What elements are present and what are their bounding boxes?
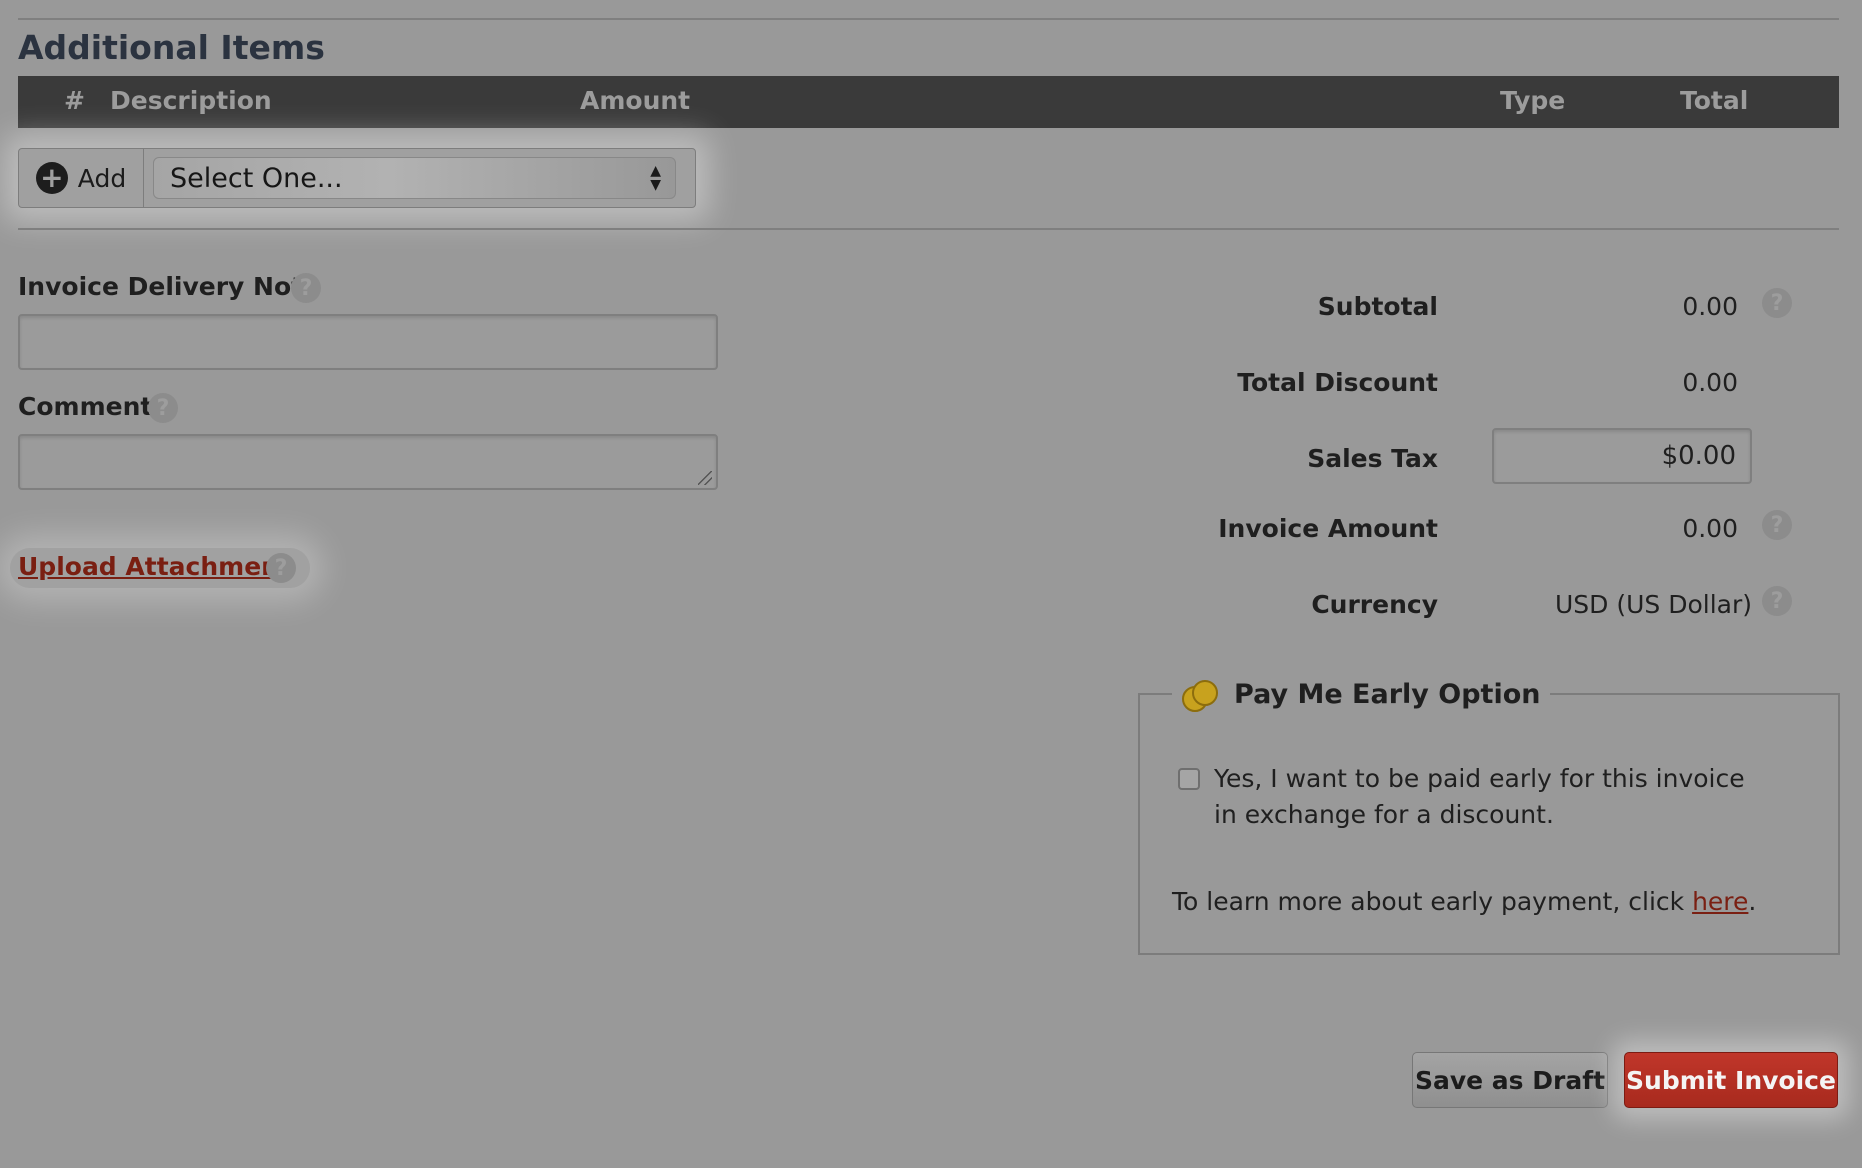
pay-early-checkbox-text: Yes, I want to be paid early for this in…: [1214, 764, 1745, 829]
pay-early-title: Pay Me Early Option: [1234, 678, 1541, 710]
help-icon[interactable]: ?: [266, 553, 296, 583]
col-amount: Amount: [580, 86, 691, 115]
subtotal-value: 0.00: [1682, 292, 1738, 321]
select-value: Select One...: [170, 162, 343, 194]
comment-label: Comment: [18, 392, 153, 421]
total-discount-value: 0.00: [1682, 368, 1738, 397]
save-draft-button[interactable]: Save as Draft: [1412, 1052, 1608, 1108]
col-total: Total: [1680, 86, 1749, 115]
delivery-note-input[interactable]: [18, 314, 718, 370]
add-item-button[interactable]: + Add: [19, 149, 144, 207]
learn-more-suffix: .: [1748, 887, 1757, 916]
currency-value: USD (US Dollar): [1554, 590, 1752, 619]
help-icon[interactable]: ?: [1762, 586, 1792, 616]
col-number: #: [64, 86, 85, 115]
help-icon[interactable]: ?: [1762, 288, 1792, 318]
currency-label: Currency: [1311, 590, 1438, 619]
select-arrows-icon: ▲ ▼: [650, 163, 661, 193]
learn-more-text: To learn more about early payment, click…: [1172, 884, 1756, 920]
comment-textarea[interactable]: [18, 434, 718, 490]
upload-attachment-link[interactable]: Upload Attachment: [18, 552, 291, 581]
add-item-group: + Add Select One... ▲ ▼: [18, 148, 696, 208]
plus-circle-icon: +: [35, 162, 68, 194]
invoice-amount-label: Invoice Amount: [1218, 514, 1438, 543]
section-title: Additional Items: [18, 28, 325, 67]
col-type: Type: [1500, 86, 1566, 115]
subtotal-label: Subtotal: [1317, 292, 1438, 321]
add-button-label: Add: [77, 163, 127, 193]
help-icon[interactable]: ?: [148, 393, 178, 423]
coins-icon: [1182, 678, 1218, 712]
invoice-amount-value: 0.00: [1682, 514, 1738, 543]
items-table-header: # Description Amount Type Total: [18, 76, 1839, 128]
sales-tax-label: Sales Tax: [1307, 444, 1438, 473]
help-icon[interactable]: ?: [1762, 510, 1792, 540]
total-discount-label: Total Discount: [1237, 368, 1438, 397]
sales-tax-input[interactable]: $0.00: [1492, 428, 1752, 484]
delivery-note-label: Invoice Delivery Note: [18, 272, 321, 301]
learn-more-prefix: To learn more about early payment, click: [1172, 887, 1693, 916]
resize-grip-icon[interactable]: [698, 471, 712, 485]
submit-invoice-button[interactable]: Submit Invoice: [1624, 1052, 1838, 1108]
pay-early-checkbox[interactable]: [1178, 768, 1200, 790]
mid-divider: [18, 228, 1839, 230]
learn-more-link[interactable]: here: [1692, 887, 1748, 916]
pay-early-legend: Pay Me Early Option: [1172, 674, 1551, 714]
help-icon[interactable]: ?: [291, 273, 321, 303]
col-description: Description: [110, 86, 272, 115]
sales-tax-value: $0.00: [1661, 441, 1736, 471]
top-divider: [18, 18, 1839, 20]
item-type-select[interactable]: Select One... ▲ ▼: [153, 157, 676, 199]
